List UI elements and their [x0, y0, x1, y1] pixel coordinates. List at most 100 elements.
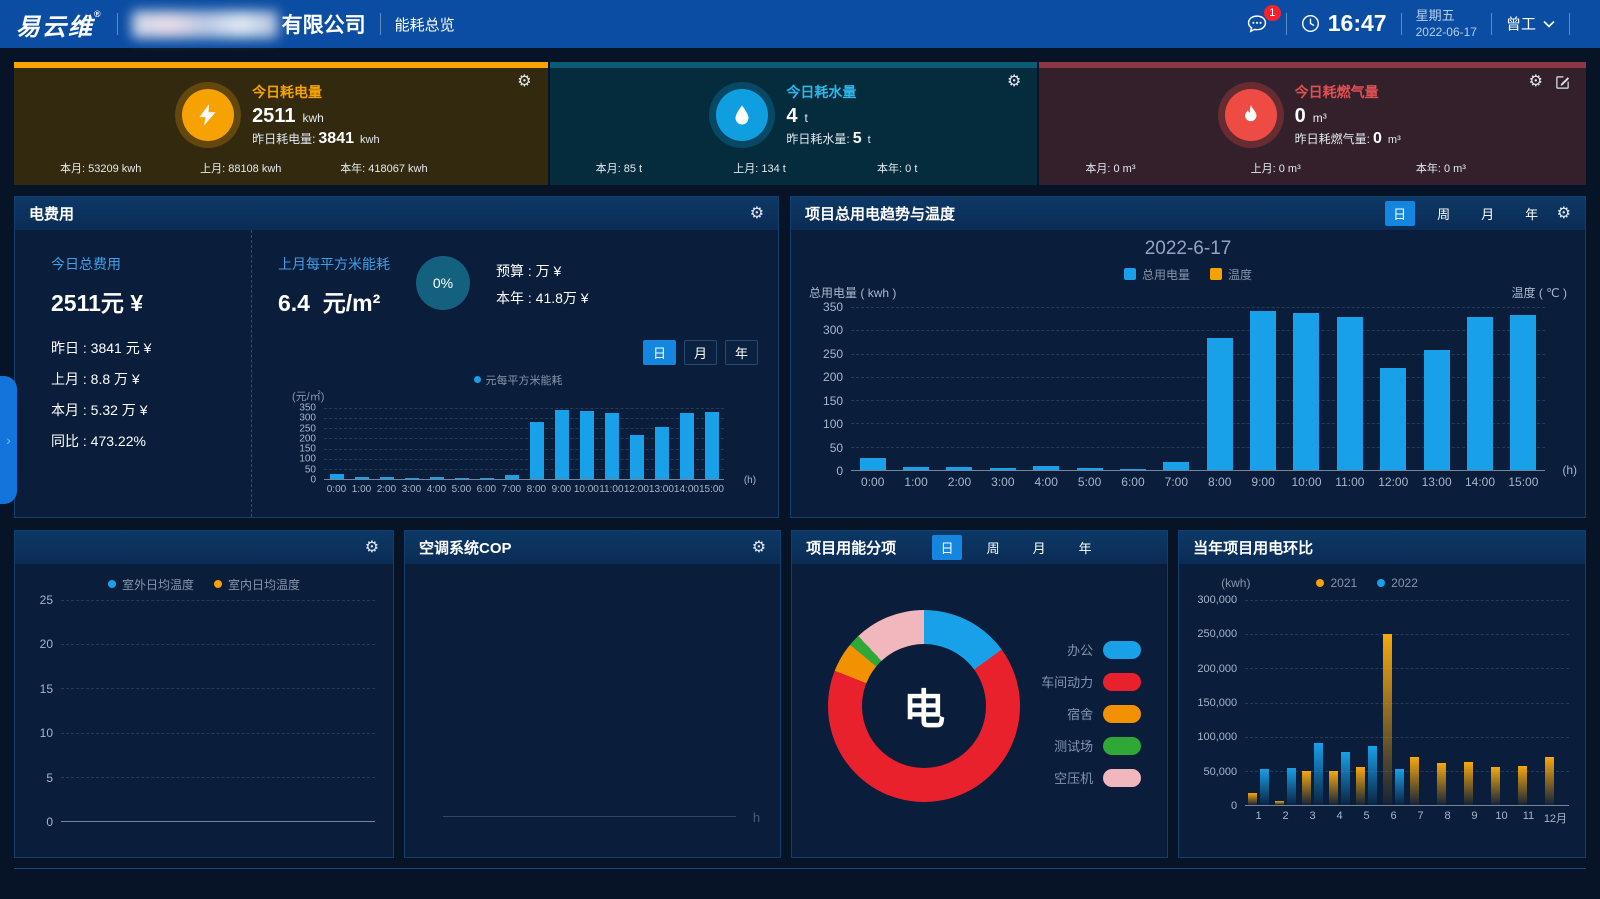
x-tick: 9:00 — [1241, 475, 1284, 489]
bar-chart: 300,000250,000200,000150,000100,00050,00… — [1183, 600, 1569, 826]
divider — [380, 13, 381, 35]
clock: 16:47 — [1301, 10, 1387, 37]
bar — [1341, 752, 1350, 805]
gear-icon[interactable]: ⚙ — [517, 74, 531, 90]
weekday-text: 星期五 — [1416, 8, 1477, 25]
x-tick: 15:00 — [1502, 475, 1545, 489]
gear-icon[interactable]: ⚙ — [365, 540, 379, 556]
x-tick: 3:00 — [981, 475, 1024, 489]
bar — [990, 468, 1016, 470]
legend-label: 2022 — [1391, 576, 1418, 590]
tab-月[interactable]: 月 — [1473, 201, 1503, 226]
divider — [1401, 13, 1402, 35]
unit: kwh — [302, 111, 323, 125]
card-stat: 本年: 0 t — [877, 160, 917, 176]
tab-周[interactable]: 周 — [1429, 201, 1459, 226]
unit: m³ — [1313, 111, 1327, 125]
dashboard: 今日耗电量 2511kwh 昨日耗电量:3841kwh 本月: 53209 kw… — [0, 48, 1600, 869]
redacted-company-name — [132, 11, 278, 38]
legend-swatch — [1103, 769, 1141, 787]
bar — [1467, 317, 1493, 470]
legend-label: 总用电量 — [1142, 266, 1190, 283]
cost-rows: 昨日 : 3841 元 ¥ 上月 : 8.8 万 ¥ 本月 : 5.32 万 ¥… — [51, 338, 251, 451]
x-axis-unit: (h) — [1562, 463, 1577, 477]
bar — [1410, 757, 1419, 805]
drawer-toggle[interactable]: › — [0, 376, 17, 504]
bar — [1207, 338, 1233, 470]
card-value: 2511kwh — [252, 105, 380, 128]
edit-icon[interactable] — [1555, 75, 1570, 90]
bar — [455, 478, 469, 479]
tab-周[interactable]: 周 — [978, 535, 1008, 560]
legend-marker — [1316, 579, 1324, 587]
legend-item: 室内日均温度 — [214, 576, 300, 592]
x-tick: 1:00 — [349, 484, 374, 495]
unit: 元/m² — [323, 290, 381, 316]
x-tick: 9 — [1461, 810, 1488, 826]
messages-button[interactable]: 1 — [1246, 14, 1268, 34]
legend-label: 空压机 — [1054, 768, 1093, 787]
bar — [1302, 771, 1311, 805]
x-tick: 10 — [1488, 810, 1515, 826]
tab-日[interactable]: 日 — [1385, 201, 1415, 226]
legend-label: 元每平方米能耗 — [486, 375, 563, 387]
tab-年[interactable]: 年 — [725, 340, 758, 365]
tab-日[interactable]: 日 — [643, 340, 676, 365]
panel-body: (kwh) 20212022 300,000250,000200,000150,… — [1179, 564, 1585, 857]
unit: t — [804, 111, 807, 125]
gear-icon[interactable]: ⚙ — [1557, 206, 1571, 222]
sqm-texts: 上月每平方米能耗 6.4 元/m² — [278, 254, 390, 318]
gear-icon[interactable]: ⚙ — [1007, 74, 1021, 90]
y-tick: 5 — [46, 771, 53, 785]
panel-title: 项目用能分项 — [806, 537, 896, 558]
x-tick: 7 — [1407, 810, 1434, 826]
card-stats: 本月: 53209 kwh上月: 88108 kwh本年: 418067 kwh — [14, 160, 548, 185]
bar — [505, 475, 519, 479]
panel-header: 当年项目用电环比 — [1179, 531, 1585, 564]
gear-icon[interactable]: ⚙ — [750, 206, 764, 222]
tab-日[interactable]: 日 — [932, 535, 962, 560]
y-tick: 15 — [40, 682, 53, 696]
budget-texts: 预算 : 万 ¥ 本年 : 41.8万 ¥ — [496, 258, 589, 312]
y-tick: 300 — [823, 323, 843, 337]
bottom-row: ⚙ 室外日均温度室内日均温度 2520151050 空调系统COP ⚙ h — [14, 530, 1586, 858]
kpi-cards-row: 今日耗电量 2511kwh 昨日耗电量:3841kwh 本月: 53209 kw… — [14, 62, 1586, 185]
legend-label: 测试场 — [1054, 736, 1093, 755]
bar — [530, 422, 544, 479]
tab-月[interactable]: 月 — [1024, 535, 1054, 560]
x-tick: 9:00 — [549, 484, 574, 495]
legend-item: 总用电量 — [1124, 266, 1190, 282]
y-tick: 0 — [836, 464, 843, 478]
hvac-cop-panel: 空调系统COP ⚙ h — [404, 530, 781, 858]
nav-item-energy-overview[interactable]: 能耗总览 — [395, 14, 455, 35]
bar — [1250, 311, 1276, 470]
cost-summary: 今日总费用 2511元 ¥ 昨日 : 3841 元 ¥ 上月 : 8.8 万 ¥… — [15, 230, 252, 517]
gear-icon[interactable]: ⚙ — [752, 540, 766, 556]
bar — [555, 410, 569, 479]
bar — [946, 467, 972, 470]
bar — [1518, 766, 1527, 805]
x-tick: 1:00 — [894, 475, 937, 489]
donut-legend-item: 办公 — [1041, 640, 1141, 659]
y-tick: 20 — [40, 637, 53, 651]
date-text: 2022-06-17 — [1416, 25, 1477, 41]
panel-header: 项目用能分项 日周月年 — [792, 531, 1167, 564]
y-tick: 150,000 — [1197, 697, 1237, 709]
x-axis-unit: (h) — [744, 475, 756, 486]
panel-title: 空调系统COP — [419, 537, 512, 558]
value: 0 — [1295, 105, 1306, 127]
sqm-value: 6.4 元/m² — [278, 284, 390, 318]
x-tick: 8:00 — [1198, 475, 1241, 489]
tab-年[interactable]: 年 — [1070, 535, 1100, 560]
tab-年[interactable]: 年 — [1517, 201, 1547, 226]
user-menu[interactable]: 曾工 — [1506, 13, 1555, 34]
gear-icon[interactable]: ⚙ — [1529, 74, 1543, 90]
x-tick: 5:00 — [449, 484, 474, 495]
card-stat: 本年: 0 m³ — [1416, 160, 1466, 176]
tab-月[interactable]: 月 — [684, 340, 717, 365]
panel-header: ⚙ — [15, 531, 393, 564]
bar — [680, 413, 694, 479]
y-tick: 250,000 — [1197, 628, 1237, 640]
card-title: 今日耗燃气量 — [1295, 82, 1401, 102]
legend-item: 2022 — [1377, 575, 1418, 591]
